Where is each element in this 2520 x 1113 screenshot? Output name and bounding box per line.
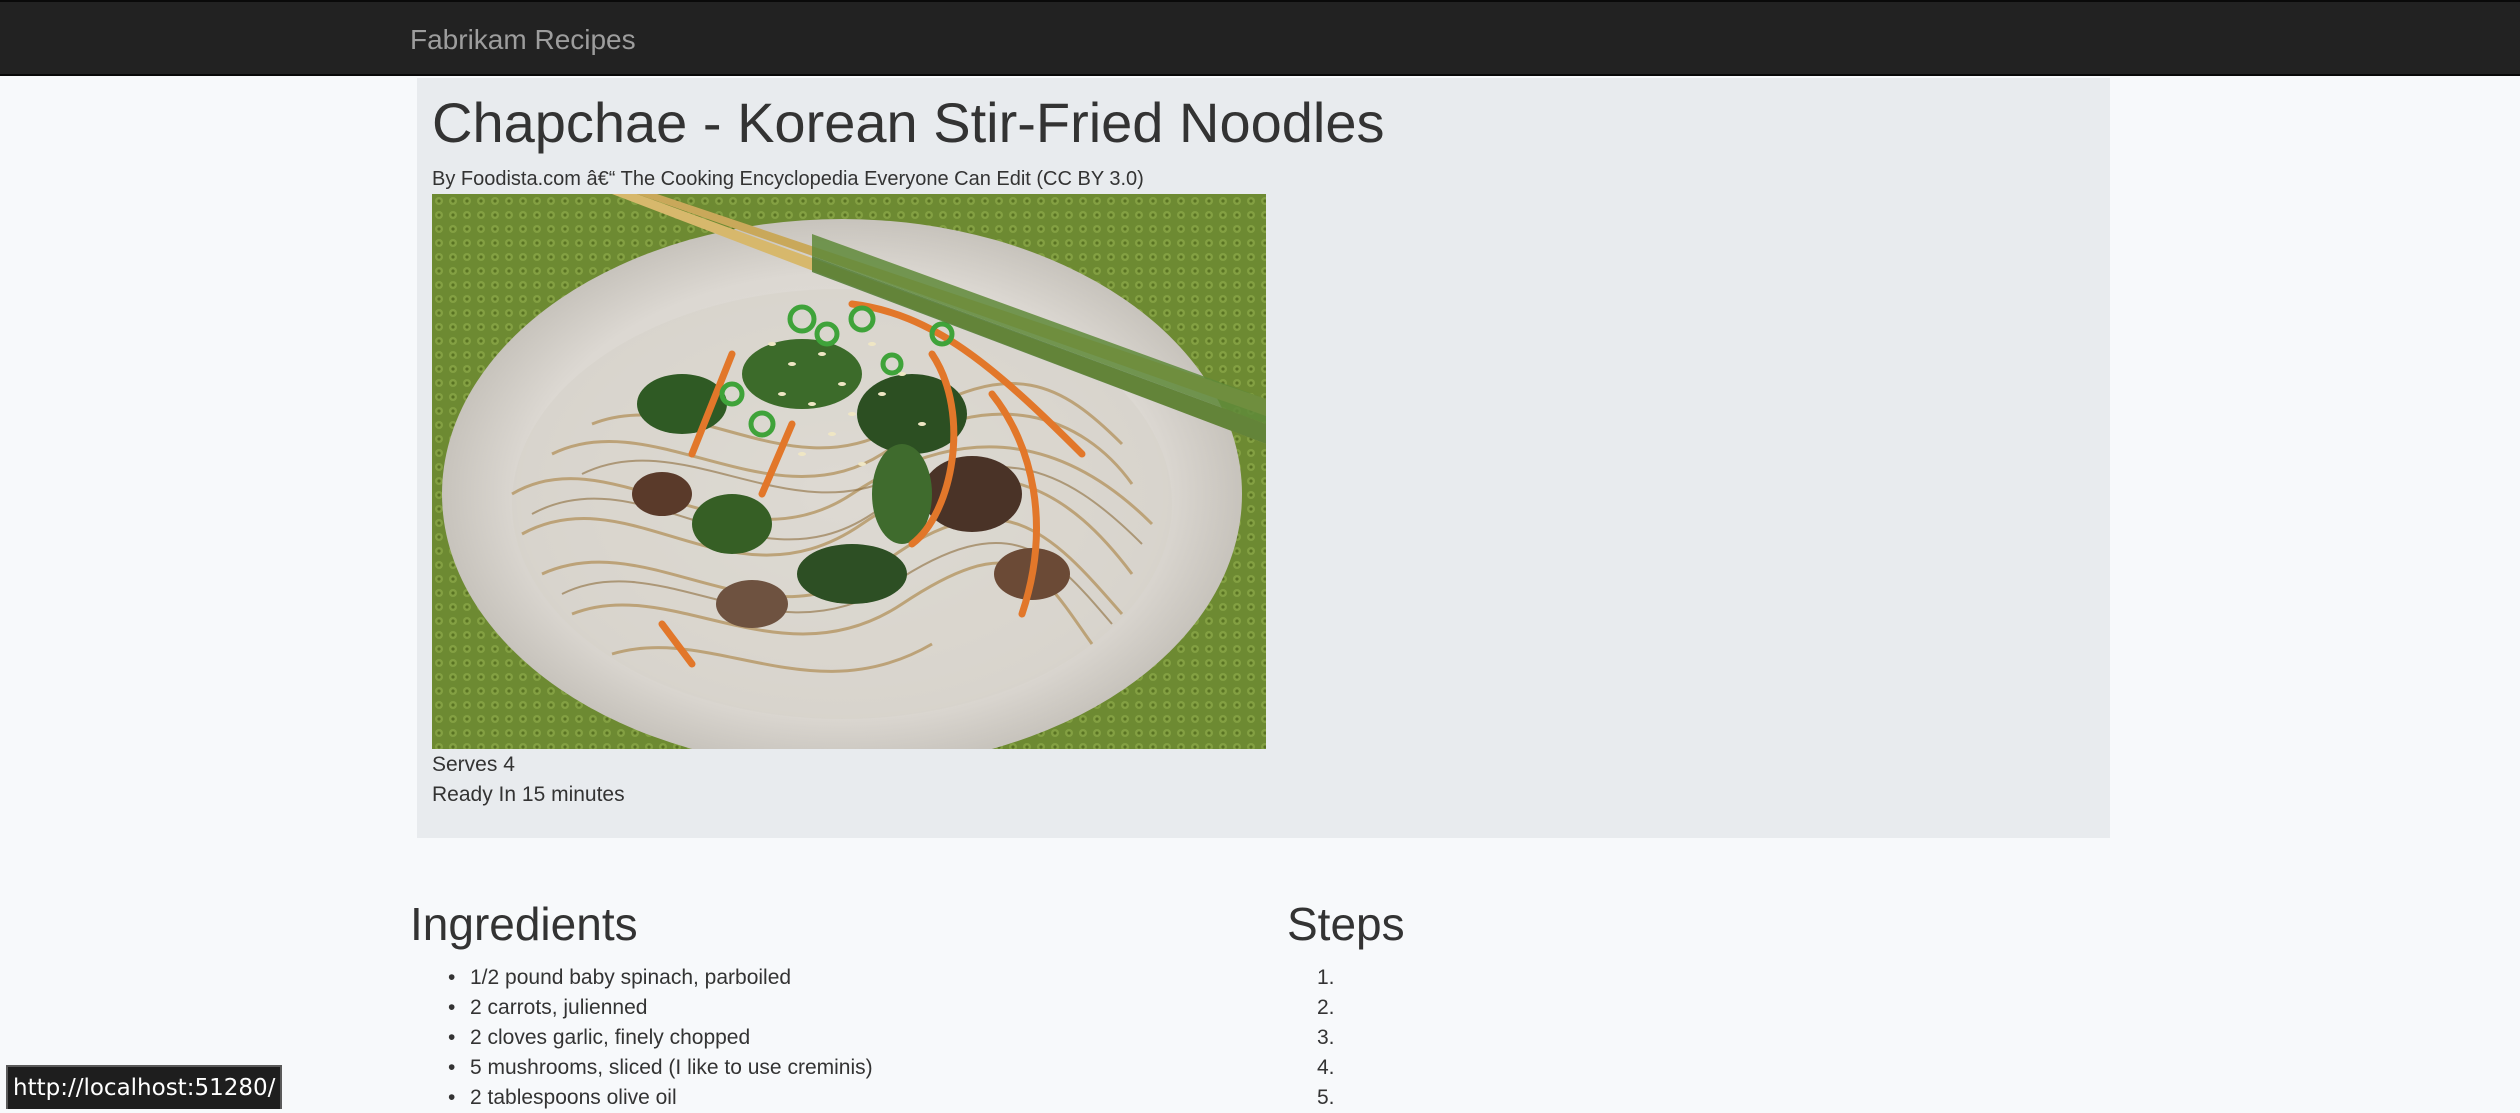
steps-list: 1. 2. 3. 4. 5.	[1287, 963, 1335, 1113]
ingredient-text: 2 tablespoons olive oil	[470, 1086, 677, 1109]
bullet-icon: •	[448, 1056, 456, 1079]
ingredients-heading: Ingredients	[410, 898, 638, 950]
ingredient-item: • 2 carrots, julienned	[410, 993, 873, 1023]
ingredients-list: • 1/2 pound baby spinach, parboiled • 2 ca…	[410, 963, 873, 1113]
ingredient-item: • 1/2 pound baby spinach, parboiled	[410, 963, 873, 993]
brand-link[interactable]: Fabrikam Recipes	[410, 24, 636, 56]
ready-in-text: Ready In 15 minutes	[432, 783, 625, 806]
bullet-icon: •	[448, 966, 456, 989]
recipe-title: Chapchae - Korean Stir-Fried Noodles	[432, 91, 1385, 154]
step-item: 1.	[1317, 966, 1335, 989]
ingredient-text: 1/2 pound baby spinach, parboiled	[470, 966, 792, 989]
ingredient-text: 5 mushrooms, sliced (I like to use cremi…	[470, 1056, 873, 1079]
top-navbar: Fabrikam Recipes	[0, 0, 2520, 76]
bullet-icon: •	[448, 1026, 456, 1049]
step-item: 2.	[1317, 996, 1335, 1019]
ingredient-text: 2 carrots, julienned	[470, 996, 648, 1019]
ingredient-text: 2 cloves garlic, finely chopped	[470, 1026, 751, 1049]
recipe-byline: By Foodista.com â€“ The Cooking Encyclop…	[432, 168, 1144, 190]
ingredient-item: • 2 cloves garlic, finely chopped	[410, 1023, 873, 1053]
ingredient-item: • 5 mushrooms, sliced (I like to use crem…	[410, 1053, 873, 1083]
steps-heading: Steps	[1287, 898, 1405, 950]
step-item: 4.	[1317, 1056, 1335, 1079]
link-status-bar: http://localhost:51280/	[6, 1065, 283, 1109]
recipe-photo	[432, 194, 1266, 749]
serves-text: Serves 4	[432, 753, 515, 776]
step-item: 3.	[1317, 1026, 1335, 1049]
recipe-header: Chapchae - Korean Stir-Fried Noodles By …	[417, 78, 2110, 838]
bullet-icon: •	[448, 996, 456, 1019]
